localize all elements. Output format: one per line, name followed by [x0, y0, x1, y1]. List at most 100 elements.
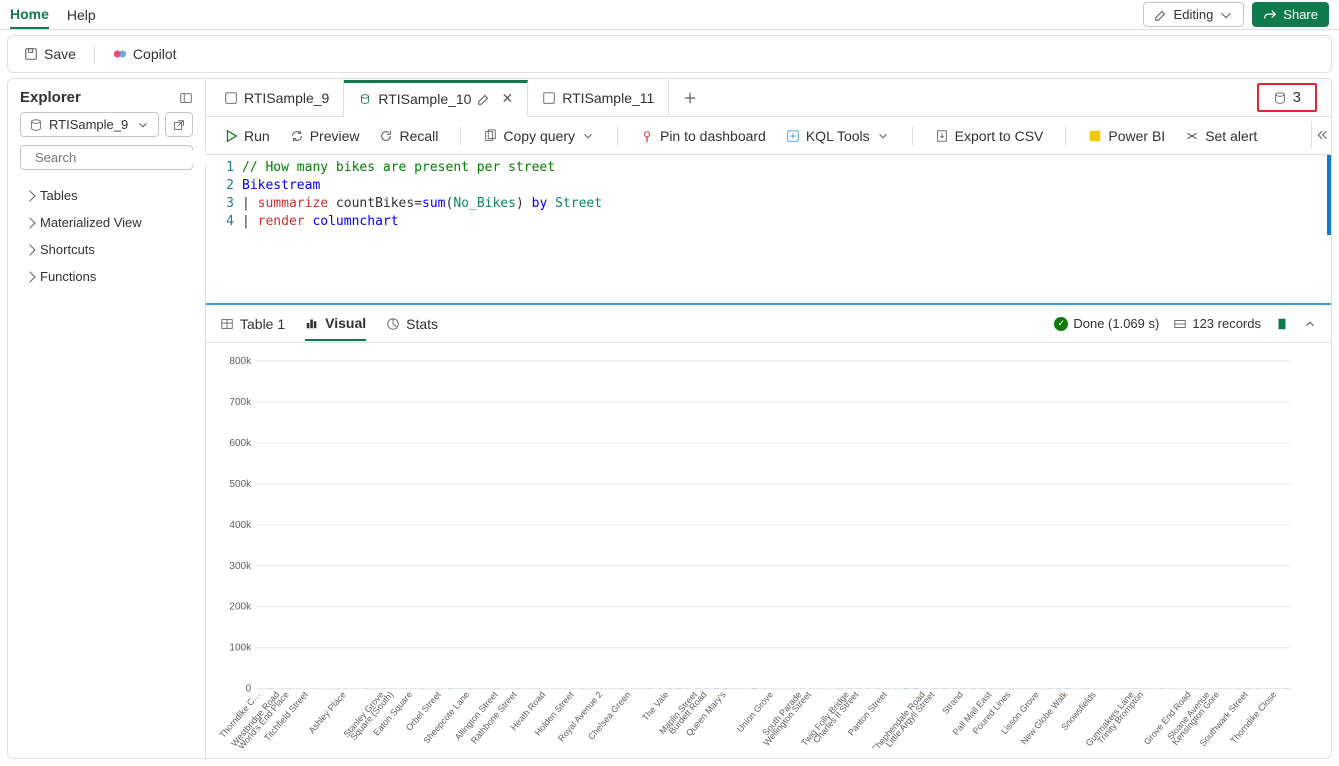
connection-count-value: 3 [1293, 89, 1301, 106]
preview-button[interactable]: Preview [282, 124, 368, 148]
recall-icon [379, 129, 393, 143]
success-icon: ✓ [1054, 317, 1068, 331]
tree-label: Tables [40, 188, 78, 203]
result-tab-stats[interactable]: Stats [386, 308, 438, 340]
pin-icon [640, 129, 654, 143]
tab-label: RTISample_11 [562, 90, 654, 106]
result-tab-visual[interactable]: Visual [305, 307, 366, 341]
menu-help[interactable]: Help [67, 2, 96, 28]
editor-content[interactable]: // How many bikes are present per street… [242, 155, 1327, 235]
database-icon [29, 118, 43, 132]
export-csv-button[interactable]: Export to CSV [927, 124, 1052, 148]
connection-count[interactable]: 3 [1257, 83, 1317, 112]
copilot-button[interactable]: Copilot [107, 42, 183, 66]
recall-button[interactable]: Recall [371, 124, 446, 148]
result-tab-table[interactable]: Table 1 [220, 308, 285, 340]
search-box[interactable] [20, 145, 193, 170]
tree-functions[interactable]: Functions [16, 263, 197, 290]
copy-icon [483, 129, 497, 143]
power-bi-label: Power BI [1108, 128, 1165, 144]
alert-icon [1185, 129, 1199, 143]
chevron-right-icon [24, 190, 35, 201]
line-gutter: 1234 [206, 155, 242, 235]
editing-dropdown[interactable]: Editing [1143, 2, 1245, 27]
power-bi-button[interactable]: Power BI [1080, 124, 1173, 148]
separator [912, 126, 913, 146]
tab-label: Visual [325, 315, 366, 331]
svg-text:Ashley Place: Ashley Place [307, 690, 348, 736]
chevron-up-icon[interactable] [1303, 317, 1317, 331]
queryset-icon [358, 92, 372, 106]
share-label: Share [1283, 7, 1318, 22]
menubar: Home Help Editing Share [0, 0, 1339, 30]
records-icon [1173, 317, 1187, 331]
run-button[interactable]: Run [216, 124, 278, 148]
tree-materialized-view[interactable]: Materialized View [16, 209, 197, 236]
pencil-icon[interactable] [477, 92, 491, 106]
save-button[interactable]: Save [18, 42, 82, 66]
tab-rtisample-11[interactable]: RTISample_11 [528, 79, 669, 116]
open-external-button[interactable] [165, 112, 193, 137]
secondary-toolbar: Save Copilot [7, 35, 1332, 73]
play-icon [224, 129, 238, 143]
chevron-left-double-icon [1316, 129, 1328, 141]
svg-text:The Vale: The Vale [640, 690, 671, 723]
tab-rtisample-10[interactable]: RTISample_10 ✕ [344, 80, 528, 117]
share-button[interactable]: Share [1252, 2, 1329, 27]
editing-label: Editing [1174, 7, 1214, 22]
svg-text:400k: 400k [229, 520, 251, 531]
tree-label: Materialized View [40, 215, 142, 230]
svg-text:800k: 800k [229, 356, 251, 367]
add-tab-button[interactable] [669, 79, 711, 116]
result-tabs: Table 1 Visual Stats ✓Done (1.069 s) 123… [206, 305, 1331, 343]
query-actionbar: Run Preview Recall Copy query Pin to das… [206, 117, 1331, 155]
chevron-right-icon [24, 217, 35, 228]
chevron-down-icon [1219, 8, 1233, 22]
copy-query-button[interactable]: Copy query [475, 124, 603, 148]
database-name: RTISample_9 [49, 117, 128, 132]
save-icon [24, 47, 38, 61]
done-label: Done (1.069 s) [1073, 316, 1159, 331]
share-icon [1263, 8, 1277, 22]
clipboard-icon[interactable] [1275, 317, 1289, 331]
copy-query-label: Copy query [503, 128, 575, 144]
file-tabs: RTISample_9 RTISample_10 ✕ RTISample_11 [206, 79, 1331, 117]
svg-text:600k: 600k [229, 438, 251, 449]
tab-label: RTISample_10 [378, 91, 471, 107]
run-label: Run [244, 128, 270, 144]
tab-rtisample-9[interactable]: RTISample_9 [210, 79, 344, 116]
column-chart: 0100k200k300k400k500k600k700k800kThorndi… [216, 353, 1301, 748]
tab-label: Stats [406, 316, 438, 332]
copilot-icon [113, 47, 127, 61]
kql-tools-button[interactable]: KQL Tools [778, 124, 898, 148]
menu-home[interactable]: Home [10, 1, 49, 29]
svg-text:Strand: Strand [940, 690, 965, 716]
kql-tools-label: KQL Tools [806, 128, 870, 144]
editor-spacer [206, 235, 1331, 305]
code-editor[interactable]: 1234 // How many bikes are present per s… [206, 155, 1331, 235]
database-icon [1273, 91, 1287, 105]
explorer-title: Explorer [20, 89, 81, 106]
pencil-icon [1154, 8, 1168, 22]
database-selector[interactable]: RTISample_9 [20, 112, 159, 137]
close-icon[interactable]: ✕ [501, 90, 513, 107]
stats-icon [386, 317, 400, 331]
tree-tables[interactable]: Tables [16, 182, 197, 209]
chevron-right-icon [24, 244, 35, 255]
collapse-right-panel[interactable] [1311, 121, 1331, 149]
preview-label: Preview [310, 128, 360, 144]
search-input[interactable] [35, 150, 211, 165]
panel-collapse-icon[interactable] [179, 91, 193, 105]
separator [94, 44, 95, 64]
svg-text:Little Argyll Street: Little Argyll Street [884, 689, 937, 748]
tree-shortcuts[interactable]: Shortcuts [16, 236, 197, 263]
refresh-icon [290, 129, 304, 143]
pin-dashboard-button[interactable]: Pin to dashboard [632, 124, 774, 148]
set-alert-button[interactable]: Set alert [1177, 124, 1265, 148]
separator [1065, 126, 1066, 146]
export-csv-label: Export to CSV [955, 128, 1044, 144]
tools-icon [786, 129, 800, 143]
status-done: ✓ Done (1.069 s) [1054, 316, 1159, 331]
plus-icon [683, 91, 697, 105]
svg-text:700k: 700k [229, 397, 251, 408]
